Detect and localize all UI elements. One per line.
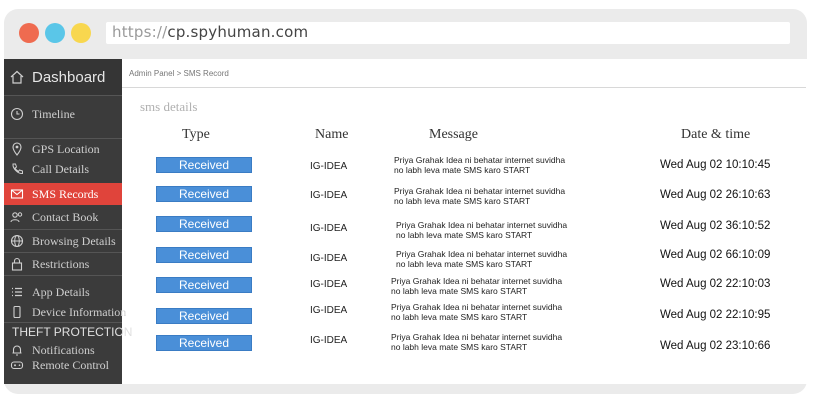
column-header-date-time: Date & time [681,127,751,142]
url-protocol: https:// [112,23,168,41]
location-pin-icon [10,142,24,156]
date-time: Wed Aug 02 22:10:03 [660,278,771,290]
message-text: Priya Grahak Idea ni behatar internet su… [391,302,601,322]
message-text: Priya Grahak Idea ni behatar internet su… [391,276,601,296]
date-time: Wed Aug 02 66:10:09 [660,249,771,261]
message-line-1: Priya Grahak Idea ni behatar internet su… [391,332,563,342]
sidebar-item-label: Timeline [32,106,75,121]
table-row[interactable]: Received IG-IDEA Priya Grahak Idea ni be… [0,332,814,364]
status-badge: Received [156,157,252,173]
divider [122,87,806,88]
message-text: Priya Grahak Idea ni behatar internet su… [391,332,601,352]
url-host: cp.spyhuman.com [167,23,309,41]
message-line-2: no labh leva mate SMS karo START [394,196,531,206]
window-close-button[interactable] [19,23,39,43]
date-time: Wed Aug 02 22:10:95 [660,309,771,321]
sender-name: IG-IDEA [310,161,348,172]
message-text: Priya Grahak Idea ni behatar internet su… [394,186,604,206]
message-line-2: no labh leva mate SMS karo START [391,342,528,352]
message-line-2: no labh leva mate SMS karo START [394,165,531,175]
status-badge: Received [156,186,252,202]
clock-icon [10,107,24,121]
message-text: Priya Grahak Idea ni behatar internet su… [396,220,606,240]
page-title: sms details [140,99,198,114]
sender-name: IG-IDEA [310,279,348,290]
message-text: Priya Grahak Idea ni behatar internet su… [394,155,604,175]
sender-name: IG-IDEA [310,305,348,316]
message-text: Priya Grahak Idea ni behatar internet su… [396,249,606,269]
date-time: Wed Aug 02 36:10:52 [660,220,771,232]
table-row[interactable]: Received IG-IDEA Priya Grahak Idea ni be… [0,215,814,245]
table-row[interactable]: Received IG-IDEA Priya Grahak Idea ni be… [0,155,814,185]
url-text: https://cp.spyhuman.com [112,23,308,41]
window-minimize-button[interactable] [45,23,65,43]
divider [4,138,122,139]
message-line-1: Priya Grahak Idea ni behatar internet su… [391,276,563,286]
column-header-message: Message [429,127,478,142]
sidebar-item-dashboard[interactable]: Dashboard [4,59,122,95]
date-time: Wed Aug 02 10:10:45 [660,159,771,171]
message-line-1: Priya Grahak Idea ni behatar internet su… [394,155,566,165]
status-badge: Received [156,277,252,293]
message-line-1: Priya Grahak Idea ni behatar internet su… [391,302,563,312]
message-line-2: no labh leva mate SMS karo START [396,230,533,240]
window-maximize-button[interactable] [71,23,91,43]
message-line-1: Priya Grahak Idea ni behatar internet su… [394,186,566,196]
message-line-2: no labh leva mate SMS karo START [391,312,528,322]
divider [4,95,122,96]
sidebar-item-label: Dashboard [32,68,106,86]
column-header-name: Name [315,127,349,142]
sender-name: IG-IDEA [310,253,348,264]
message-line-2: no labh leva mate SMS karo START [391,286,528,296]
address-bar[interactable]: https://cp.spyhuman.com [106,22,790,44]
message-line-2: no labh leva mate SMS karo START [396,259,533,269]
status-badge: Received [156,216,252,232]
column-header-type: Type [182,127,210,142]
message-line-1: Priya Grahak Idea ni behatar internet su… [396,220,568,230]
message-line-1: Priya Grahak Idea ni behatar internet su… [396,249,568,259]
status-badge: Received [156,335,252,351]
table-row[interactable]: Received IG-IDEA Priya Grahak Idea ni be… [0,246,814,276]
sidebar-item-timeline[interactable]: Timeline [4,103,122,125]
sender-name: IG-IDEA [310,335,348,346]
sender-name: IG-IDEA [310,190,348,201]
table-row[interactable]: Received IG-IDEA Priya Grahak Idea ni be… [0,185,814,215]
home-icon [10,70,24,84]
breadcrumb: Admin Panel > SMS Record [129,69,229,78]
date-time: Wed Aug 02 23:10:66 [660,340,771,352]
date-time: Wed Aug 02 26:10:63 [660,189,771,201]
sender-name: IG-IDEA [310,223,348,234]
status-badge: Received [156,308,252,324]
status-badge: Received [156,247,252,263]
